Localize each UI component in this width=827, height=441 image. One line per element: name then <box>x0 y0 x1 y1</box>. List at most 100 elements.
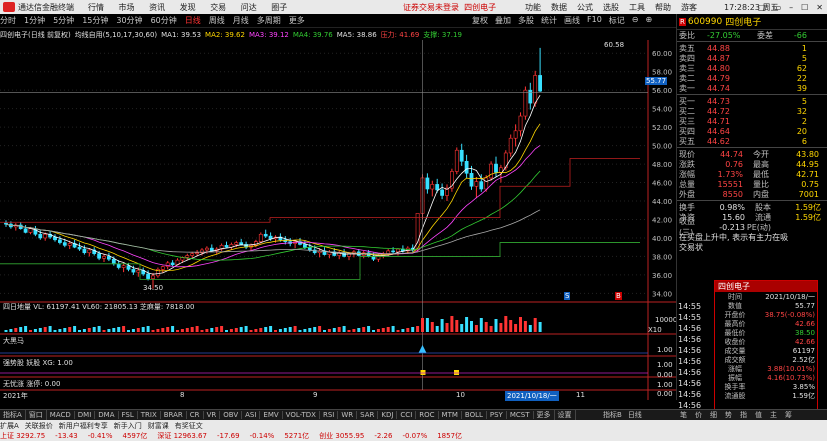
ask-levels: 卖五 44.88 1 卖四 44.87 5 卖三 44.80 62 卖二 44.79 22 卖一 44.7… <box>677 43 827 93</box>
zoom-out-icon[interactable]: ⊖ <box>632 15 639 26</box>
panel-tab[interactable]: 主 <box>770 410 777 420</box>
maximize-icon[interactable]: ☐ <box>801 3 808 12</box>
info-popup[interactable]: 四创电子 时间 2021/10/18/一 数值 55.77 开盘价 38.75(-0.08… <box>714 280 818 412</box>
indicator-tab[interactable]: EMV <box>260 411 283 419</box>
tick-list: 14:55 14:55 14:56 14:56 14:56 14:56 14:56 14:56… <box>676 301 714 411</box>
note-row: 在买盘上升中, 表示有主力在吸 <box>677 232 827 242</box>
menu-item-market[interactable]: 市场 <box>119 3 135 12</box>
panel-tab[interactable]: 笔 <box>680 410 687 420</box>
minimize-icon[interactable]: – <box>789 3 793 12</box>
indicator-tab[interactable]: DMA <box>95 411 119 419</box>
menu-item-ask[interactable]: 问达 <box>241 3 257 12</box>
indicator-tab[interactable]: TRIX <box>138 411 161 419</box>
indicator-tab[interactable]: PSY <box>487 411 507 419</box>
indicator-tab[interactable]: CCI <box>397 411 417 419</box>
status-item[interactable]: 有奖征文 <box>175 421 203 431</box>
menu-item-guest[interactable]: 游客 <box>681 2 697 13</box>
indicator-tab[interactable]: VR <box>204 411 221 419</box>
zoom-in-icon[interactable]: ⊕ <box>645 15 652 26</box>
indicator-tab[interactable]: 指标A <box>0 410 26 420</box>
panel-tab[interactable]: 值 <box>755 410 762 420</box>
panel-tab[interactable]: 价 <box>695 410 702 420</box>
status-item[interactable]: 财富课 <box>148 421 169 431</box>
indicator-tab[interactable]: FSL <box>119 411 138 419</box>
volume-bar <box>166 327 170 332</box>
chart-canvas[interactable]: 60.00 58.00 56.00 54.00 52.00 50.00 48.00 46.00… <box>0 40 676 400</box>
login-notice[interactable]: 证券交易未登录 四创电子 <box>403 2 496 13</box>
indicator-tab[interactable]: DMI <box>75 411 96 419</box>
indicator-tab[interactable]: KDJ <box>378 411 398 419</box>
period-60min[interactable]: 60分钟 <box>151 15 177 26</box>
panel-tab[interactable]: 筹 <box>785 410 792 420</box>
panel-icon[interactable]: ▭ <box>774 3 782 12</box>
period-weekly[interactable]: 周线 <box>209 15 225 26</box>
tick-time: 14:56 <box>678 379 702 388</box>
period-more[interactable]: 更多 <box>289 15 305 26</box>
status-item[interactable]: 关联报价 <box>25 421 53 431</box>
right-menu: 功能 数据 公式 选股 工具 帮助 游客 <box>525 2 707 13</box>
period-1min[interactable]: 1分钟 <box>24 15 45 26</box>
layout-icon[interactable]: □ <box>758 3 766 12</box>
period-5min[interactable]: 5分钟 <box>53 15 74 26</box>
tick-time: 14:55 <box>678 313 702 322</box>
indicator-tab[interactable]: WR <box>338 411 358 419</box>
panel-tab[interactable]: 细 <box>710 410 717 420</box>
indicator-tab[interactable]: 更多 <box>534 410 555 420</box>
kline-chart[interactable]: 60.00 58.00 56.00 54.00 52.00 50.00 48.00 46.00… <box>0 40 677 401</box>
indicator-tab-right[interactable]: 日线 <box>625 410 645 420</box>
indicator-tab[interactable]: OBV <box>220 411 243 419</box>
period-30min[interactable]: 30分钟 <box>116 15 142 26</box>
indicator-tab[interactable]: MTM <box>439 411 462 419</box>
period-monthly[interactable]: 月线 <box>233 15 249 26</box>
period-daily[interactable]: 日线 <box>185 15 201 26</box>
status-item[interactable]: 扩展A <box>0 421 19 431</box>
indicator-tab[interactable]: SAR <box>357 411 379 419</box>
indicator-tab[interactable]: ROC <box>416 411 439 419</box>
panel-tab[interactable]: 指 <box>740 410 747 420</box>
status-bar: 扩展A 关联报价 新用户福利专享 新手入门 财富课 有奖征文 <box>0 420 827 431</box>
period-15min[interactable]: 15分钟 <box>82 15 108 26</box>
status-item[interactable]: 新用户福利专享 <box>59 421 108 431</box>
volume-bar <box>460 324 464 332</box>
mark-button[interactable]: 标记 <box>609 15 625 26</box>
multi-stock-button[interactable]: 多股 <box>518 15 534 26</box>
indicator-tab[interactable]: BOLL <box>462 411 487 419</box>
menu-item-formula[interactable]: 公式 <box>577 2 593 13</box>
indicator-tab[interactable]: 窗口 <box>26 410 47 420</box>
indicator-tab[interactable]: BRAR <box>161 411 187 419</box>
indicator-tab[interactable]: RSI <box>320 411 339 419</box>
draw-button[interactable]: 画线 <box>564 15 580 26</box>
menu-item-trade[interactable]: 交易 <box>210 3 226 12</box>
menu-item-tools[interactable]: 工具 <box>629 2 645 13</box>
menu-item-data[interactable]: 数据 <box>551 2 567 13</box>
menu-item-quotes[interactable]: 行情 <box>88 3 104 12</box>
menu-item-discover[interactable]: 发现 <box>180 3 196 12</box>
menu-item-news[interactable]: 资讯 <box>149 3 165 12</box>
indicator-name[interactable]: 均线自用(5,10,17,30,60) <box>75 30 157 40</box>
indicator-tab[interactable]: ASI <box>242 411 261 419</box>
indicator-tab-right[interactable]: 指标B <box>600 410 625 420</box>
menu-item-screener[interactable]: 选股 <box>603 2 619 13</box>
volume-bar <box>171 326 175 332</box>
period-timeshare[interactable]: 分时 <box>0 15 16 26</box>
menu-item-help[interactable]: 帮助 <box>655 2 671 13</box>
indicator-tab[interactable]: VOL-TDX <box>283 411 320 419</box>
adjust-button[interactable]: 复权 <box>472 15 488 26</box>
menu-item-circle[interactable]: 圈子 <box>271 3 287 12</box>
overlay-button[interactable]: 叠加 <box>495 15 511 26</box>
indicator-tab[interactable]: CR <box>187 411 204 419</box>
indicator-tab[interactable]: MCST <box>507 411 534 419</box>
close-icon[interactable]: ✕ <box>816 3 823 12</box>
status-item[interactable]: 新手入门 <box>114 421 142 431</box>
panel-tab[interactable]: 势 <box>725 410 732 420</box>
candle-body <box>538 75 543 92</box>
level-price: 44.80 <box>707 63 730 73</box>
stat-value: 1.59亿 <box>795 212 821 222</box>
indicator2-axis: 1.00 <box>657 346 673 354</box>
f10-button[interactable]: F10 <box>587 15 602 26</box>
stats-button[interactable]: 统计 <box>541 15 557 26</box>
indicator-tab[interactable]: 设置 <box>555 410 576 420</box>
indicator-tab[interactable]: MACD <box>47 411 75 419</box>
period-multi[interactable]: 多周期 <box>257 15 281 26</box>
menu-item-function[interactable]: 功能 <box>525 2 541 13</box>
